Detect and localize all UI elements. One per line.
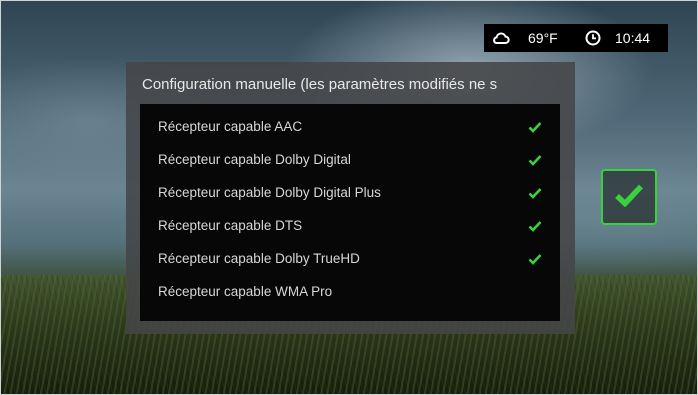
confirm-button[interactable] <box>601 169 657 225</box>
checkmark-icon <box>528 153 542 166</box>
dialog-title: Configuration manuelle (les paramètres m… <box>142 76 498 93</box>
time-label: 10:44 <box>615 30 651 46</box>
status-bar: 69°F 10:44 <box>484 24 668 52</box>
list-item-dolby-digital-plus[interactable]: Récepteur capable Dolby Digital Plus <box>140 176 560 209</box>
list-item-label: Récepteur capable DTS <box>158 218 303 233</box>
temperature-label: 69°F <box>528 30 558 46</box>
list-item-dts[interactable]: Récepteur capable DTS <box>140 209 560 242</box>
list-item-label: Récepteur capable Dolby Digital <box>158 152 351 167</box>
list-item-label: Récepteur capable Dolby Digital Plus <box>158 185 381 200</box>
list-item-aac[interactable]: Récepteur capable AAC <box>140 110 560 143</box>
list-item-dolby-digital[interactable]: Récepteur capable Dolby Digital <box>140 143 560 176</box>
checkmark-icon <box>528 219 542 232</box>
cloud-icon <box>492 30 510 46</box>
list-item-wma-pro[interactable]: Récepteur capable WMA Pro <box>140 275 560 308</box>
receiver-capability-list: Récepteur capable AAC Récepteur capable … <box>140 104 560 321</box>
checkmark-icon <box>528 252 542 265</box>
list-item-label: Récepteur capable Dolby TrueHD <box>158 251 360 266</box>
list-item-dolby-truehd[interactable]: Récepteur capable Dolby TrueHD <box>140 242 560 275</box>
checkmark-icon <box>528 186 542 199</box>
checkmark-icon <box>614 183 644 212</box>
list-item-label: Récepteur capable AAC <box>158 119 303 134</box>
clock-icon <box>585 30 601 46</box>
list-item-label: Récepteur capable WMA Pro <box>158 284 333 299</box>
checkmark-icon <box>528 120 542 133</box>
manual-config-dialog: Configuration manuelle (les paramètres m… <box>126 62 575 334</box>
